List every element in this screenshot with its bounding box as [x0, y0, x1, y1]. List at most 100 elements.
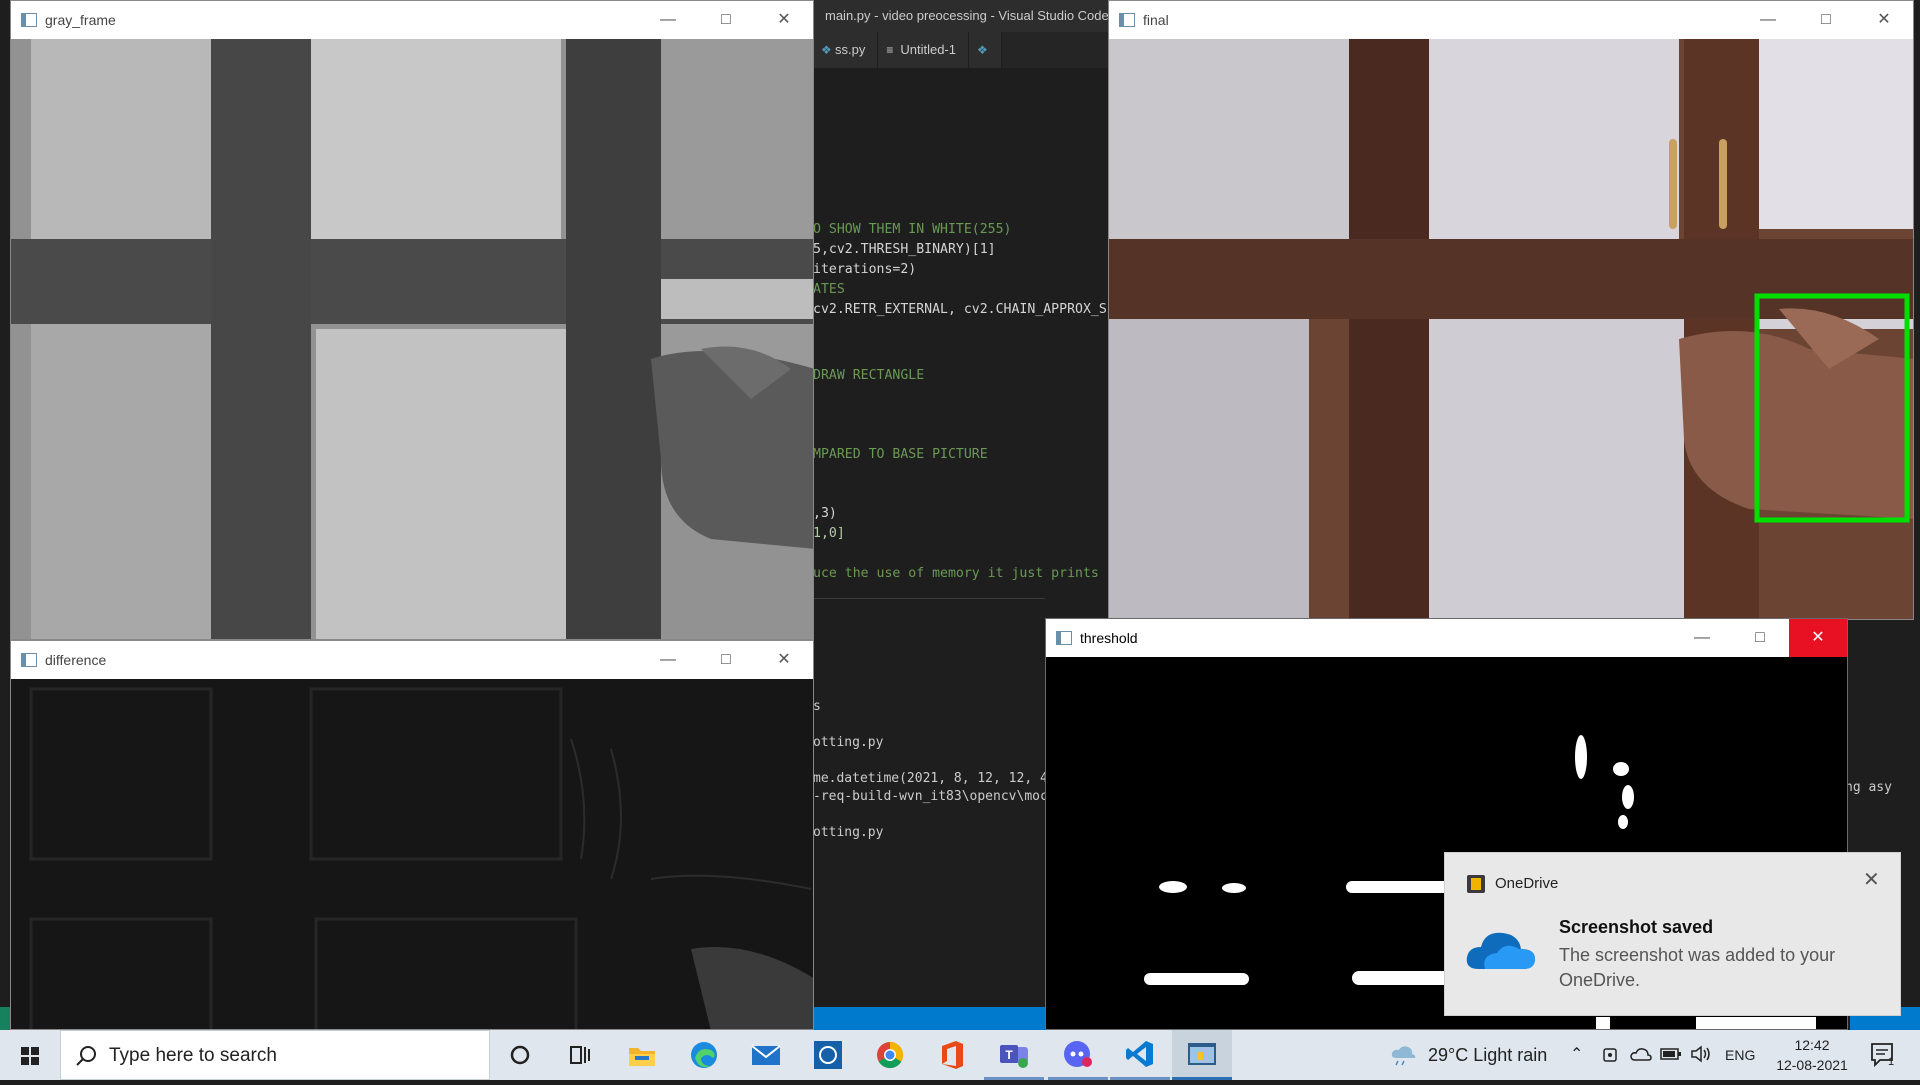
- terminal-panel[interactable]: s otting.py me.datetime(2021, 8, 12, 12, 4…: [813, 598, 1045, 1008]
- close-button[interactable]: ✕: [755, 641, 813, 679]
- window-gray-frame[interactable]: gray_frame — □ ✕: [10, 0, 814, 640]
- window-title: gray_frame: [45, 12, 116, 28]
- window-app-icon: [21, 13, 37, 27]
- toast-body: The screenshot was added to your OneDriv…: [1559, 945, 1836, 990]
- code-line: 1,0]: [813, 526, 845, 541]
- toast-heading: Screenshot saved: [1559, 917, 1714, 937]
- close-button[interactable]: ✕: [1855, 1, 1913, 39]
- teams-button[interactable]: T: [984, 1030, 1044, 1080]
- code-line: DRAW RECTANGLE: [813, 368, 925, 383]
- code-editor[interactable]: O SHOW THEM IN WHITE(255) 5,cv2.THRESH_BI…: [813, 68, 1109, 598]
- difference-picture: [11, 679, 813, 1029]
- chrome-button[interactable]: [860, 1030, 920, 1080]
- meet-now-icon[interactable]: [1602, 1046, 1620, 1064]
- maximize-button[interactable]: □: [697, 1, 755, 39]
- title-bar[interactable]: gray_frame — □ ✕: [11, 1, 813, 39]
- text-file-icon: ≡: [886, 43, 894, 57]
- minimize-button[interactable]: —: [1673, 619, 1731, 657]
- terminal-line: otting.py: [813, 735, 884, 750]
- gray-frame-picture: [11, 39, 813, 639]
- terminal-line: me.datetime(2021, 8, 12, 12, 4: [813, 771, 1045, 786]
- close-button[interactable]: ✕: [755, 1, 813, 39]
- minimize-button[interactable]: —: [639, 1, 697, 39]
- window-app-icon: [21, 653, 37, 667]
- task-view-icon: [570, 1046, 590, 1064]
- windows-logo-icon: [21, 1047, 39, 1065]
- office-button[interactable]: [922, 1030, 982, 1080]
- code-line: ATES: [813, 282, 845, 297]
- window-title: difference: [45, 652, 107, 668]
- mail-icon: [751, 1045, 781, 1065]
- window-app-icon: [1119, 13, 1135, 27]
- mail-button[interactable]: [736, 1030, 796, 1080]
- clock[interactable]: 12:42 12-08-2021: [1764, 1035, 1860, 1075]
- dell-app-button[interactable]: [798, 1030, 858, 1080]
- terminal-line: s: [813, 699, 821, 714]
- code-line: iterations=2): [813, 262, 917, 277]
- dell-icon: [814, 1041, 842, 1069]
- edge-button[interactable]: [674, 1030, 734, 1080]
- search-box[interactable]: Type here to search: [60, 1030, 490, 1080]
- language-indicator[interactable]: ENG: [1725, 1030, 1755, 1080]
- onedrive-app-icon: [1467, 875, 1485, 893]
- battery-icon[interactable]: [1660, 1047, 1682, 1061]
- gray-frame-image: [11, 39, 813, 639]
- notification-count: 1: [1888, 1056, 1895, 1068]
- close-icon[interactable]: ✕: [1863, 867, 1880, 892]
- search-icon: [76, 1046, 96, 1066]
- office-icon: [942, 1041, 963, 1069]
- python-file-icon: ❖: [821, 43, 832, 57]
- vscode-icon: [1126, 1040, 1153, 1067]
- title-bar[interactable]: threshold — □ ✕: [1046, 619, 1847, 657]
- code-line: O SHOW THEM IN WHITE(255): [813, 222, 1012, 237]
- folder-icon: [629, 1048, 655, 1066]
- python-window-icon: [1188, 1042, 1216, 1065]
- tab-untitled-1[interactable]: ≡ Untitled-1: [878, 32, 969, 68]
- code-line: ,3): [813, 506, 837, 521]
- tab-ss-py[interactable]: ❖ ss.py: [813, 32, 879, 68]
- discord-icon: [1064, 1040, 1092, 1067]
- minimize-button[interactable]: —: [639, 641, 697, 679]
- discord-button[interactable]: [1048, 1030, 1108, 1080]
- edge-icon: [691, 1042, 717, 1068]
- difference-image: [11, 679, 813, 1029]
- teams-icon: T: [1000, 1044, 1028, 1068]
- minimize-button[interactable]: —: [1739, 1, 1797, 39]
- task-view-button[interactable]: [550, 1030, 610, 1080]
- clock-date: 12-08-2021: [1776, 1057, 1848, 1073]
- onedrive-tray-icon[interactable]: [1630, 1046, 1652, 1062]
- title-bar[interactable]: difference — □ ✕: [11, 641, 813, 679]
- weather-cloud-rain-icon: [1391, 1046, 1416, 1066]
- vscode-button[interactable]: [1110, 1030, 1170, 1080]
- clock-time: 12:42: [1794, 1037, 1830, 1053]
- window-app-icon: [1056, 631, 1072, 645]
- cortana-circle-icon: [510, 1045, 530, 1065]
- volume-icon[interactable]: [1690, 1045, 1712, 1063]
- maximize-button[interactable]: □: [697, 641, 755, 679]
- title-bar[interactable]: final — □ ✕: [1109, 1, 1913, 39]
- final-image: [1109, 39, 1913, 619]
- toast-app-name: OneDrive: [1495, 875, 1559, 892]
- vscode-status-bar: [813, 1007, 1045, 1030]
- taskbar: Type here to search T 29°C Light rain ⌃ …: [0, 1030, 1920, 1080]
- vscode-tabbar: ❖ ss.py ≡ Untitled-1 ❖: [813, 32, 1109, 68]
- search-placeholder: Type here to search: [109, 1045, 277, 1066]
- window-final[interactable]: final — □ ✕: [1108, 0, 1914, 620]
- chevron-up-icon[interactable]: ⌃: [1570, 1044, 1583, 1064]
- onedrive-toast[interactable]: OneDrive ✕ Screenshot saved The screensh…: [1444, 852, 1901, 1016]
- cortana-button[interactable]: [490, 1030, 550, 1080]
- maximize-button[interactable]: □: [1731, 619, 1789, 657]
- start-button[interactable]: [0, 1030, 60, 1080]
- window-title: threshold: [1080, 630, 1138, 646]
- window-title: final: [1143, 12, 1169, 28]
- terminal-line: -req-build-wvn_it83\opencv\moc: [813, 789, 1045, 804]
- close-button[interactable]: ✕: [1789, 619, 1847, 657]
- python-file-icon: ❖: [976, 43, 988, 57]
- weather-widget[interactable]: 29°C Light rain: [1428, 1030, 1547, 1080]
- python-window-button[interactable]: [1172, 1030, 1232, 1080]
- tab-more[interactable]: ❖: [968, 32, 1002, 68]
- file-explorer-button[interactable]: [612, 1030, 672, 1080]
- window-difference[interactable]: difference — □ ✕: [10, 640, 814, 1030]
- maximize-button[interactable]: □: [1797, 1, 1855, 39]
- code-line: MPARED TO BASE PICTURE: [813, 447, 988, 462]
